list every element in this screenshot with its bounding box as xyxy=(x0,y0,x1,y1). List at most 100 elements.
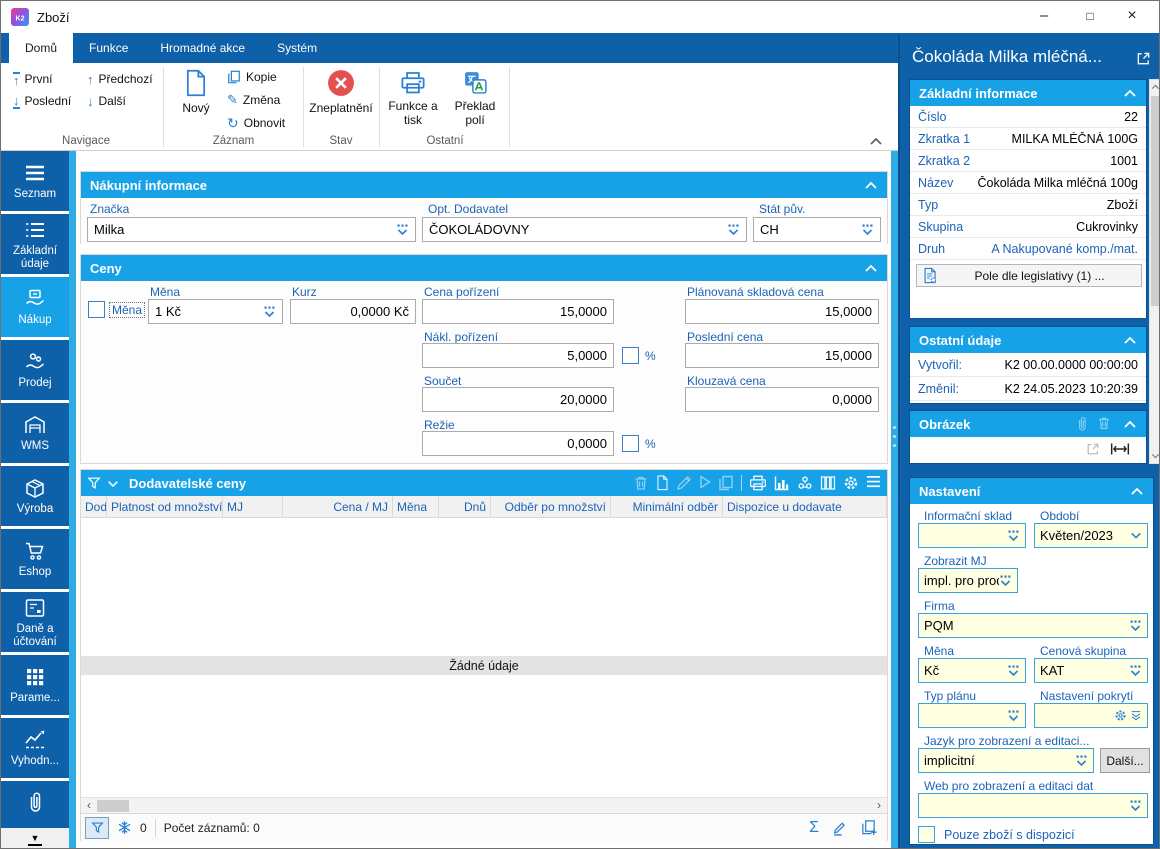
attach-image-icon[interactable] xyxy=(1075,416,1089,432)
previous-record-button[interactable]: ↑ Předchozí xyxy=(87,69,153,89)
filter-icon[interactable] xyxy=(87,476,101,491)
dropdown-arrow-icon[interactable] xyxy=(263,305,276,318)
only-available-checkbox[interactable] xyxy=(918,826,935,843)
next-record-button[interactable]: ↓ Další xyxy=(87,91,126,111)
minimize-button[interactable]: – xyxy=(1027,1,1061,31)
scroll-up-icon[interactable] xyxy=(1151,83,1159,91)
column-header[interactable]: Měna xyxy=(393,496,439,517)
column-header[interactable]: Odběr po množství xyxy=(491,496,611,517)
scroll-left-icon[interactable]: ‹ xyxy=(81,798,97,813)
double-chevron-icon[interactable] xyxy=(1130,710,1142,721)
moving-price-field[interactable]: 0,0000 xyxy=(685,387,879,412)
settings-gear-icon[interactable] xyxy=(843,475,859,491)
invalidate-button[interactable]: Zneplatnění xyxy=(307,67,375,141)
language-select[interactable]: implicitní xyxy=(918,748,1094,773)
price-group-select[interactable]: KAT xyxy=(1034,658,1148,683)
print-icon[interactable] xyxy=(749,475,767,491)
sidebar-item-prodej[interactable]: Prodej xyxy=(1,340,69,400)
columns-icon[interactable] xyxy=(820,475,836,491)
dropdown-arrow-icon[interactable] xyxy=(1129,619,1142,632)
rate-field[interactable]: 0,0000 Kč xyxy=(290,299,416,324)
dropdown-arrow-icon[interactable] xyxy=(1075,754,1088,767)
first-record-button[interactable]: ↑ První xyxy=(13,69,53,89)
dropdown-arrow-icon[interactable] xyxy=(1007,529,1020,542)
edit-row-icon[interactable] xyxy=(676,475,692,491)
collapse-chevron-icon[interactable] xyxy=(1123,336,1137,345)
dropdown-arrow-icon[interactable] xyxy=(999,574,1012,587)
column-header[interactable]: Dispozice u dodavate xyxy=(723,496,887,517)
new-record-button[interactable]: Nový xyxy=(173,67,219,141)
open-image-icon[interactable] xyxy=(1086,442,1100,456)
chart-icon[interactable] xyxy=(774,475,790,491)
copy-row-icon[interactable] xyxy=(718,475,734,491)
quick-edit-icon[interactable] xyxy=(831,819,848,836)
left-splitter[interactable] xyxy=(69,151,76,848)
add-copy-icon[interactable] xyxy=(860,819,877,836)
coverage-gear-icon[interactable] xyxy=(1114,709,1127,722)
panel-scrollbar[interactable] xyxy=(1149,79,1159,464)
tab-system[interactable]: Systém xyxy=(261,33,333,63)
tab-funkce[interactable]: Funkce xyxy=(73,33,144,63)
only-available-label[interactable]: Pouze zboží s dispozicí xyxy=(944,828,1075,842)
period-select[interactable]: Květen/2023 xyxy=(1034,523,1148,548)
delete-row-icon[interactable] xyxy=(633,475,649,491)
acq-costs-percent-checkbox[interactable] xyxy=(622,347,639,364)
column-header[interactable]: Dod xyxy=(81,496,107,517)
plan-type-select[interactable] xyxy=(918,703,1026,728)
tab-domu[interactable]: Domů xyxy=(9,33,74,63)
run-icon[interactable] xyxy=(699,475,711,491)
dropdown-arrow-icon[interactable] xyxy=(1129,664,1142,677)
collapse-chevron-icon[interactable] xyxy=(1123,89,1137,98)
delete-image-icon[interactable] xyxy=(1097,416,1111,432)
functions-print-button[interactable]: Funkce a tisk xyxy=(387,67,439,141)
column-header[interactable]: MJ xyxy=(223,496,283,517)
horizontal-scrollbar[interactable]: ‹ › xyxy=(81,797,887,813)
column-header[interactable]: Cena / MJ xyxy=(283,496,393,517)
more-button[interactable]: Další... xyxy=(1100,748,1150,773)
last-record-button[interactable]: ↓ Poslední xyxy=(13,91,71,111)
column-header[interactable]: Dnů xyxy=(439,496,491,517)
dropdown-arrow-icon[interactable] xyxy=(861,223,874,236)
overhead-percent-checkbox[interactable] xyxy=(622,435,639,452)
info-warehouse-select[interactable] xyxy=(918,523,1026,548)
new-row-icon[interactable] xyxy=(656,475,669,491)
sum-field[interactable]: 20,0000 xyxy=(422,387,614,412)
collapse-chevron-icon[interactable] xyxy=(1123,420,1137,429)
acq-price-field[interactable]: 15,0000 xyxy=(422,299,614,324)
scroll-right-icon[interactable]: › xyxy=(871,798,887,813)
tab-hromadne-akce[interactable]: Hromadné akce xyxy=(144,33,261,63)
panel-currency-select[interactable]: Kč xyxy=(918,658,1026,683)
filter-dropdown-chevron-icon[interactable] xyxy=(107,477,119,489)
sidebar-item-wms[interactable]: WMS xyxy=(1,403,69,463)
collapse-chevron-icon[interactable] xyxy=(864,181,878,190)
filter-button[interactable] xyxy=(85,816,109,839)
sidebar-item-seznam[interactable]: Seznam xyxy=(1,151,69,211)
ribbon-collapse-chevron-icon[interactable] xyxy=(869,137,883,146)
dropdown-arrow-icon[interactable] xyxy=(1007,664,1020,677)
sidebar-item-vyhodnoceni[interactable]: Vyhodn... xyxy=(1,718,69,778)
collapse-chevron-icon[interactable] xyxy=(864,264,878,273)
acq-costs-field[interactable]: 5,0000 xyxy=(422,343,614,368)
overhead-field[interactable]: 0,0000 xyxy=(422,431,614,456)
dropdown-arrow-icon[interactable] xyxy=(396,223,409,236)
sidebar-item-zakladni-udaje[interactable]: Základní údaje xyxy=(1,214,69,274)
last-price-field[interactable]: 15,0000 xyxy=(685,343,879,368)
chevron-down-icon[interactable] xyxy=(1130,531,1142,540)
collapse-chevron-icon[interactable] xyxy=(1130,487,1144,496)
right-splitter[interactable] xyxy=(891,151,898,848)
field-translation-button[interactable]: Překlad polí xyxy=(447,67,503,141)
sidebar-item-vyroba[interactable]: Výroba xyxy=(1,466,69,526)
splitter-handle[interactable] xyxy=(893,426,896,447)
origin-country-select[interactable]: CH xyxy=(753,217,881,242)
scroll-down-icon[interactable] xyxy=(1151,452,1159,460)
change-record-button[interactable]: ✎ Změna xyxy=(227,90,280,110)
fit-width-icon[interactable] xyxy=(1110,442,1130,456)
scrollbar-thumb[interactable] xyxy=(1151,96,1159,306)
planned-stock-price-field[interactable]: 15,0000 xyxy=(685,299,879,324)
sidebar-item-parametry[interactable]: Parame... xyxy=(1,655,69,715)
refresh-record-button[interactable]: ↻ Obnovit xyxy=(227,113,285,133)
sidebar-item-nakup[interactable]: Nákup xyxy=(1,277,69,337)
scrollbar-thumb[interactable] xyxy=(97,800,129,812)
dropdown-arrow-icon[interactable] xyxy=(1007,709,1020,722)
supplier-select[interactable]: ČOKOLÁDOVNY xyxy=(422,217,747,242)
